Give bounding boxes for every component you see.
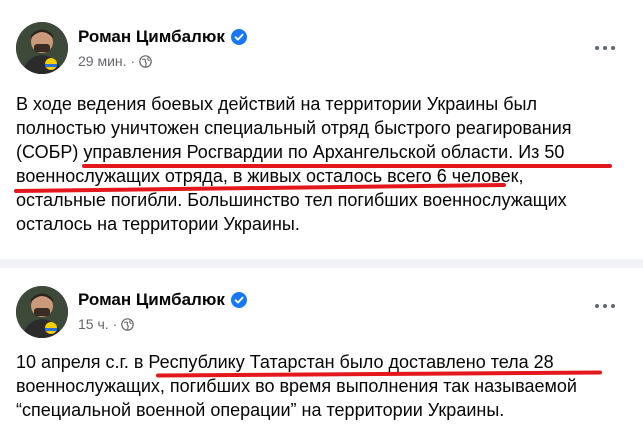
author-name-row: Роман Цимбалюк (78, 290, 247, 310)
globe-icon[interactable] (139, 54, 152, 68)
more-options-button[interactable] (587, 30, 623, 66)
post-text-line: осталось на территории Украины. (16, 214, 300, 234)
post-timestamp[interactable]: 15 ч. (78, 316, 109, 332)
more-options-button[interactable] (587, 288, 623, 324)
post-text-line: (СОБР) управления Росгвардии по Архангел… (16, 142, 565, 162)
post-text-line: В ходе ведения боевых действий на террит… (16, 94, 537, 114)
meta-separator: · (130, 53, 136, 69)
verified-badge-icon (230, 29, 247, 45)
author-name[interactable]: Роман Цимбалюк (78, 27, 225, 47)
post-meta: 15 ч. · (78, 316, 135, 332)
post-card: Роман Цимбалюк 29 мин. · В ходе ведения … (0, 0, 643, 259)
post-meta: 29 мин. · (78, 53, 152, 69)
annotation-underline (82, 164, 612, 168)
post-text: 10 апреля с.г. в Республику Татарстан бы… (16, 350, 636, 422)
more-options-icon (595, 304, 599, 308)
post-timestamp[interactable]: 29 мин. (78, 53, 127, 69)
author-avatar[interactable] (16, 22, 68, 74)
globe-icon[interactable] (121, 317, 135, 331)
verified-badge-icon (230, 292, 247, 308)
post-text-line: “специальной военной операции” на террит… (16, 400, 505, 420)
author-name-row: Роман Цимбалюк (78, 27, 247, 47)
meta-separator: · (112, 316, 118, 332)
more-options-icon (595, 46, 599, 50)
author-avatar[interactable] (16, 286, 68, 338)
post-text-line: военнослужащих, погибших во время выполн… (16, 376, 577, 396)
post-text-line: полностью уничтожен специальный отряд бы… (16, 118, 572, 138)
author-name[interactable]: Роман Цимбалюк (78, 290, 225, 310)
post-card: Роман Цимбалюк 15 ч. · 10 апреля с.г. в … (0, 268, 643, 439)
